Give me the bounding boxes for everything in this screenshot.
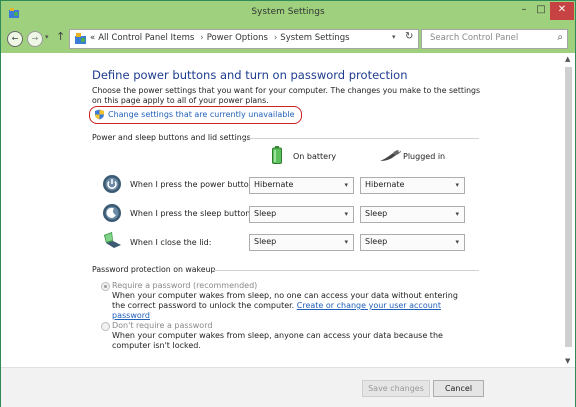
close-lid-label: When I close the lid: bbox=[130, 238, 212, 247]
footer-bar: Save changes Cancel bbox=[1, 367, 575, 407]
recent-pages-dropdown-icon[interactable]: ▾ bbox=[45, 33, 49, 41]
no-password-radio[interactable] bbox=[101, 322, 110, 331]
refresh-icon[interactable]: ↻ bbox=[405, 31, 413, 42]
plug-icon bbox=[380, 150, 401, 161]
search-icon[interactable]: ⌕ bbox=[557, 32, 563, 43]
control-panel-icon bbox=[75, 33, 86, 44]
address-bar[interactable]: «All Control Panel Items › Power Options › S… bbox=[69, 29, 419, 49]
select-value: Sleep bbox=[365, 237, 388, 246]
window-title: System Settings bbox=[251, 7, 325, 17]
up-arrow-icon[interactable]: ↑ bbox=[56, 30, 65, 43]
forward-button[interactable]: → bbox=[27, 31, 43, 47]
section-divider bbox=[241, 138, 479, 139]
power-settings-section-title: Power and sleep buttons and lid settings bbox=[92, 133, 251, 142]
close-lid-plugged-in-select[interactable]: Sleep ▾ bbox=[360, 234, 465, 251]
power-button-on-battery-select[interactable]: Hibernate ▾ bbox=[249, 177, 354, 194]
breadcrumb-power-options[interactable]: Power Options bbox=[207, 33, 268, 43]
chevron-down-icon: ▾ bbox=[455, 210, 459, 218]
cancel-button[interactable]: Cancel bbox=[433, 380, 484, 397]
change-settings-link[interactable]: Change settings that are currently unava… bbox=[89, 106, 302, 124]
page-title: Define power buttons and turn on passwor… bbox=[92, 68, 408, 82]
change-settings-text[interactable]: Change settings that are currently unava… bbox=[108, 110, 295, 119]
select-value: Hibernate bbox=[254, 180, 294, 189]
power-button-label: When I press the power button: bbox=[130, 180, 257, 189]
sleep-button-on-battery-select[interactable]: Sleep ▾ bbox=[249, 206, 354, 223]
page-description: Choose the power settings that you want … bbox=[92, 86, 481, 105]
select-value: Sleep bbox=[254, 209, 277, 218]
breadcrumb-separator-icon[interactable]: › bbox=[274, 33, 277, 43]
select-value: Sleep bbox=[254, 237, 277, 246]
breadcrumb: «All Control Panel Items › Power Options › S… bbox=[90, 33, 353, 43]
back-button[interactable]: ← bbox=[7, 31, 23, 47]
minimize-button[interactable]: – bbox=[516, 2, 532, 20]
address-dropdown-icon[interactable]: ▾ bbox=[392, 33, 396, 41]
titlebar: System Settings – □ ✕ bbox=[1, 1, 575, 25]
search-input[interactable]: Search Control Panel ⌕ bbox=[421, 29, 568, 49]
sleep-button-label: When I press the sleep button: bbox=[130, 209, 254, 218]
navigation-bar: ← → ▾ ↑ «All Control Panel Items › Power O… bbox=[1, 25, 575, 53]
power-button-plugged-in-select[interactable]: Hibernate ▾ bbox=[360, 177, 465, 194]
power-button-icon bbox=[103, 175, 121, 193]
chevron-down-icon: ▾ bbox=[455, 181, 459, 189]
chevron-down-icon: ▾ bbox=[455, 238, 459, 246]
chevron-down-icon: ▾ bbox=[344, 238, 348, 246]
plugged-in-header: Plugged in bbox=[403, 152, 446, 161]
password-section-title: Password protection on wakeup bbox=[92, 265, 216, 274]
no-password-description: When your computer wakes from sleep, any… bbox=[112, 331, 443, 350]
sleep-button-plugged-in-select[interactable]: Sleep ▾ bbox=[360, 206, 465, 223]
radio-selected-dot bbox=[104, 285, 107, 288]
maximize-button[interactable]: □ bbox=[533, 2, 549, 20]
battery-icon bbox=[272, 146, 282, 164]
breadcrumb-overflow[interactable]: « bbox=[90, 33, 95, 43]
sleep-button-icon bbox=[103, 204, 121, 222]
close-lid-on-battery-select[interactable]: Sleep ▾ bbox=[249, 234, 354, 251]
require-password-radio[interactable] bbox=[101, 282, 110, 291]
breadcrumb-system-settings[interactable]: System Settings bbox=[280, 33, 349, 43]
save-changes-button[interactable]: Save changes bbox=[362, 380, 430, 397]
no-password-label: Don't require a password bbox=[112, 321, 213, 330]
scrollbar-thumb[interactable] bbox=[565, 67, 572, 347]
chevron-down-icon: ▾ bbox=[344, 210, 348, 218]
search-placeholder: Search Control Panel bbox=[430, 33, 519, 43]
scroll-up-icon[interactable]: ▲ bbox=[565, 55, 570, 63]
scroll-down-icon[interactable]: ▼ bbox=[565, 357, 570, 365]
chevron-down-icon: ▾ bbox=[344, 181, 348, 189]
laptop-lid-icon bbox=[104, 232, 121, 248]
close-button[interactable]: ✕ bbox=[550, 2, 574, 20]
window: System Settings – □ ✕ ← → ▾ ↑ «All Contr… bbox=[0, 0, 576, 407]
vertical-scrollbar[interactable]: ▲ ▼ bbox=[561, 53, 575, 367]
breadcrumb-all-items[interactable]: All Control Panel Items bbox=[98, 33, 194, 43]
select-value: Sleep bbox=[365, 209, 388, 218]
require-password-description: When your computer wakes from sleep, no … bbox=[112, 291, 462, 321]
shield-icon bbox=[95, 109, 104, 120]
breadcrumb-separator-icon[interactable]: › bbox=[200, 33, 203, 43]
require-password-label: Require a password (recommended) bbox=[112, 281, 258, 290]
section-divider bbox=[213, 270, 479, 271]
select-value: Hibernate bbox=[365, 180, 405, 189]
on-battery-header: On battery bbox=[293, 152, 337, 161]
